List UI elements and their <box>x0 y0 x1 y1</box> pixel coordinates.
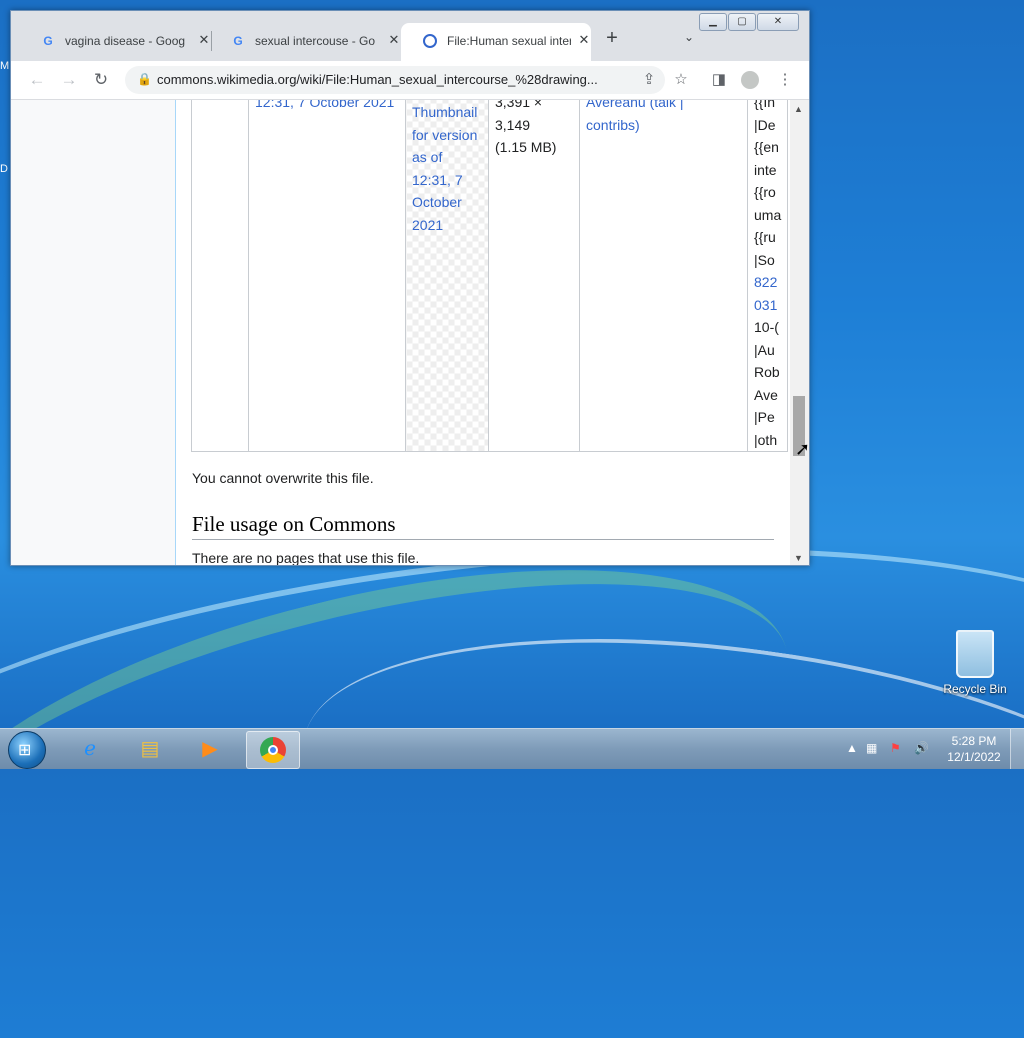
media-player-icon[interactable]: ▶ <box>184 731 236 767</box>
recycle-bin-label: Recycle Bin <box>943 682 1007 696</box>
profile-avatar-icon[interactable] <box>741 71 759 89</box>
comment-line: |Au <box>754 341 775 358</box>
system-clock[interactable]: 5:28 PM 12/1/2022 <box>944 733 1004 765</box>
comment-line: {{In <box>754 100 776 110</box>
comment-line: 822 <box>754 274 778 290</box>
comment-line: |Pe <box>754 409 775 425</box>
forward-arrow-icon[interactable]: → <box>57 68 81 92</box>
comment-line: inte <box>754 161 777 178</box>
tab-file-human-sexual[interactable]: File:Human sexual inter ✕ <box>401 23 591 61</box>
tab-sexual-intercouse[interactable]: G sexual intercouse - Goo ✕ <box>209 23 399 61</box>
comment-line: |oth <box>754 431 778 448</box>
file-history-table: 12:31, 7 October 2021 Thumbnail for vers… <box>191 100 789 452</box>
comment-line: Rob <box>754 364 780 380</box>
scroll-down-arrow-icon[interactable]: ▼ <box>794 553 803 563</box>
clock-time: 5:28 PM <box>951 734 997 748</box>
tab-search-icon[interactable]: ⌄ <box>679 27 699 47</box>
table-cell-datetime: 12:31, 7 October 2021 <box>248 100 406 452</box>
mouse-cursor-icon: ➚ <box>795 439 810 459</box>
new-tab-button[interactable]: + <box>599 25 625 51</box>
share-icon[interactable]: ⇪ <box>639 70 659 90</box>
url-text[interactable]: commons.wikimedia.org/wiki/File:Human_se… <box>157 72 598 87</box>
comment-line: Ave <box>754 386 778 403</box>
start-button[interactable]: ⊞ <box>8 731 46 769</box>
google-icon: G <box>43 34 53 48</box>
left-sidebar <box>11 100 176 565</box>
close-tab-icon[interactable]: ✕ <box>575 31 593 49</box>
table-cell-user: Avereanu (talk | contribs) <box>579 100 748 452</box>
table-cell-thumbnail: Thumbnail for version as of 12:31, 7 Oct… <box>405 100 489 452</box>
window-controls: ▁ ▢ ✕ <box>698 13 799 31</box>
browser-toolbar: ← → ↻ 🔒 commons.wikimedia.org/wiki/File:… <box>11 61 809 100</box>
reload-icon[interactable]: ↻ <box>89 68 113 92</box>
recycle-bin-icon <box>956 630 994 678</box>
table-cell-revert <box>191 100 249 452</box>
lock-icon[interactable]: 🔒 <box>137 72 152 86</box>
overwrite-note: You cannot overwrite this file. <box>192 470 374 486</box>
recycle-bin[interactable]: Recycle Bin <box>940 630 1010 696</box>
page-content: 12:31, 7 October 2021 Thumbnail for vers… <box>176 100 789 565</box>
comment-line: |So <box>754 251 775 268</box>
menu-kebab-icon[interactable]: ⋮ <box>775 70 795 90</box>
taskbar: ⊞ ℯ ▤ ▶ ▲ ▦ ⚑ 🔊 5:28 PM 12/1/2022 <box>0 728 1024 769</box>
tab-title: vagina disease - Googl <box>65 34 185 48</box>
maximize-icon[interactable]: ▢ <box>728 13 756 31</box>
tab-title: File:Human sexual inter <box>447 34 571 48</box>
address-bar[interactable]: 🔒 commons.wikimedia.org/wiki/File:Human_… <box>125 66 665 94</box>
table-cell-dimensions: 3,391 × 3,149 (1.15 MB) <box>488 100 580 452</box>
show-hidden-icons-icon[interactable]: ▲ <box>846 741 858 755</box>
close-icon[interactable]: ✕ <box>757 13 799 31</box>
internet-explorer-icon[interactable]: ℯ <box>64 731 116 767</box>
tab-vagina-disease[interactable]: G vagina disease - Googl ✕ <box>19 23 209 61</box>
vertical-scrollbar[interactable]: ▲ ▼ <box>790 100 809 565</box>
desktop-icon-label[interactable]: M <box>0 60 9 72</box>
usage-text: There are no pages that use this file. <box>192 550 420 565</box>
windows-logo-icon: ⊞ <box>18 742 32 759</box>
comment-line: 10-( <box>754 319 779 335</box>
tab-title: sexual intercouse - Goo <box>255 34 375 48</box>
section-heading-file-usage: File usage on Commons <box>192 512 774 540</box>
volume-icon[interactable]: 🔊 <box>914 741 929 755</box>
thumbnail-link[interactable]: Thumbnail for version as of 12:31, 7 Oct… <box>412 104 477 233</box>
minimize-icon[interactable]: ▁ <box>699 13 727 31</box>
size-text: (1.15 MB) <box>495 139 557 155</box>
comment-line: {{en <box>754 139 779 155</box>
table-row: 12:31, 7 October 2021 Thumbnail for vers… <box>191 100 789 452</box>
comment-line: 031 <box>754 296 778 313</box>
datetime-link[interactable]: 12:31, 7 October 2021 <box>255 100 394 110</box>
desktop-icon-label[interactable]: D <box>0 163 8 175</box>
comment-line: {{ro <box>754 184 776 200</box>
show-desktop-button[interactable] <box>1010 729 1024 769</box>
comment-line: uma <box>754 206 782 223</box>
web-page: 12:31, 7 October 2021 Thumbnail for vers… <box>11 100 789 565</box>
chrome-taskbar-icon[interactable] <box>246 731 300 769</box>
chrome-window: G vagina disease - Googl ✕ G sexual inte… <box>10 10 810 566</box>
google-icon: G <box>233 34 243 48</box>
tab-strip: G vagina disease - Googl ✕ G sexual inte… <box>11 11 809 61</box>
file-explorer-icon[interactable]: ▤ <box>124 731 176 767</box>
chrome-logo-icon <box>260 737 286 763</box>
bookmark-star-icon[interactable]: ☆ <box>671 70 691 90</box>
back-arrow-icon[interactable]: ← <box>25 68 49 92</box>
action-center-icon[interactable]: ⚑ <box>890 741 901 755</box>
comment-text: {{In |De {{en inte {{ro uma {{ru |So 822 031 10-( |… <box>754 100 781 451</box>
network-icon[interactable]: ▦ <box>866 741 877 755</box>
wikimedia-icon <box>423 34 437 48</box>
side-panel-icon[interactable]: ◨ <box>709 70 729 90</box>
comment-line: |De <box>754 116 776 133</box>
table-cell-comment: {{In |De {{en inte {{ro uma {{ru |So 822 031 10-( |… <box>746 100 789 452</box>
comment-line: {{ru <box>754 229 776 245</box>
clock-date: 12/1/2022 <box>947 750 1001 764</box>
user-link[interactable]: Avereanu <box>586 100 646 110</box>
dimensions-text: 3,391 × 3,149 <box>495 100 543 133</box>
scroll-up-arrow-icon[interactable]: ▲ <box>794 104 803 114</box>
